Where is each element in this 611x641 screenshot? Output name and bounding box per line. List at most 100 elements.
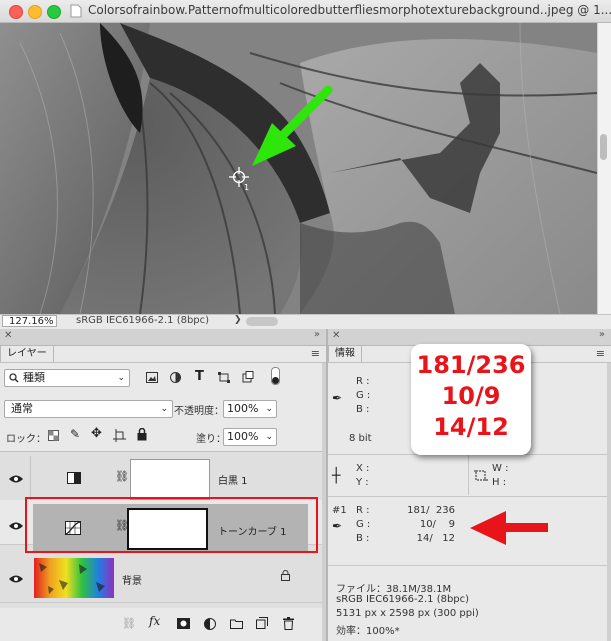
sampler-r-value: 181/ 236 xyxy=(407,505,455,516)
sampler-g-label: G : xyxy=(356,519,371,530)
sampler-number: 1 xyxy=(244,183,249,192)
blend-mode-value: 通常 xyxy=(11,402,33,415)
panel-menu-icon[interactable]: ≡ xyxy=(311,347,320,360)
layer-row-black-white[interactable]: ⛓ 白黒 1 xyxy=(0,456,326,501)
visibility-eye-icon[interactable] xyxy=(9,522,23,530)
filter-toggle-switch[interactable] xyxy=(271,367,280,385)
horizontal-scroll-thumb[interactable] xyxy=(246,317,278,326)
layer-name[interactable]: 白黒 1 xyxy=(218,472,248,487)
tab-layers[interactable]: レイヤー xyxy=(0,345,54,362)
vertical-scroll-thumb[interactable] xyxy=(600,134,607,160)
fill-label: 塗り： xyxy=(196,434,226,445)
filter-type-icon[interactable]: T xyxy=(195,369,204,384)
zoom-level-field[interactable]: 127.16% xyxy=(2,315,57,327)
layer-name[interactable]: 背景 xyxy=(122,572,142,587)
new-group-folder-icon[interactable] xyxy=(230,618,243,629)
status-bar: 127.16% sRGB IEC61966-2.1 (8bpc) ❯ xyxy=(0,314,611,329)
layer-mask-link-icon[interactable]: ⛓ xyxy=(115,470,129,483)
rainbow-butterfly-thumbnail xyxy=(34,558,114,598)
layer-row-tone-curve[interactable]: ⛓ トーンカーブ 1 xyxy=(0,497,326,553)
rgb-b-label: B : xyxy=(356,404,370,415)
layer-filter-select[interactable]: 種類 ⌄ xyxy=(4,369,130,387)
vertical-scrollbar[interactable] xyxy=(597,23,611,314)
callout-line-r: 181/236 xyxy=(416,351,526,379)
fill-field[interactable]: 100% ⌄ xyxy=(223,428,277,446)
layers-bottom-toolbar: ⛓ fx xyxy=(0,608,326,641)
opacity-field[interactable]: 100% ⌄ xyxy=(223,400,277,418)
rgb-g-label: G : xyxy=(356,390,371,401)
lock-artboard-icon[interactable] xyxy=(113,429,126,442)
filter-pixel-icon[interactable] xyxy=(146,372,158,383)
layers-panel-header: ✕ » xyxy=(0,329,326,346)
efficiency-text: 効率：100%* xyxy=(336,626,400,637)
y-label: Y : xyxy=(356,477,369,488)
trash-icon[interactable] xyxy=(283,617,294,630)
chevron-down-icon: ⌄ xyxy=(265,404,273,414)
eyedropper-icon[interactable]: ✒ xyxy=(332,391,342,405)
zoom-window-button[interactable] xyxy=(47,5,61,19)
document-canvas[interactable]: 1 xyxy=(0,23,597,314)
red-arrow-annotation xyxy=(470,511,548,545)
callout-line-g: 10/9 xyxy=(441,382,501,410)
lock-all-icon[interactable] xyxy=(137,428,147,441)
blend-mode-select[interactable]: 通常 ⌄ xyxy=(4,400,173,418)
layer-row-background[interactable]: 背景 xyxy=(0,558,326,603)
panel-collapse-icon[interactable]: » xyxy=(599,329,605,340)
chevron-down-icon: ⌄ xyxy=(265,432,273,442)
panel-close-icon[interactable]: ✕ xyxy=(332,330,340,341)
filter-adjustment-icon[interactable] xyxy=(170,372,181,383)
window-title: Colorsofrainbow.Patternofmulticoloredbut… xyxy=(88,3,611,17)
sampler-b-value: 14/ 12 xyxy=(416,533,455,544)
opacity-value: 100% xyxy=(227,402,259,415)
w-label: W : xyxy=(492,463,509,474)
chevron-down-icon: ⌄ xyxy=(117,373,125,383)
sampler-g-value: 10/ 9 xyxy=(419,519,455,530)
layers-list: ⛓ 白黒 1 ⛓ トーンカーブ 1 背景 xyxy=(0,451,326,608)
lock-image-pixels-icon[interactable]: ✎ xyxy=(70,427,80,441)
file-size-text: ファイル：38.1M/38.1M xyxy=(336,584,452,595)
red-highlight-annotation xyxy=(25,497,318,553)
minimize-window-button[interactable] xyxy=(28,5,42,19)
new-adjustment-layer-icon[interactable] xyxy=(204,618,216,630)
rgb-r-label: R : xyxy=(356,376,370,387)
document-icon xyxy=(70,4,82,18)
document-profile-text: sRGB IEC61966-2.1 (8bpc) xyxy=(76,315,210,326)
lock-position-icon[interactable]: ✥ xyxy=(91,426,102,441)
filter-smart-object-icon[interactable] xyxy=(242,371,254,383)
selection-size-icon xyxy=(474,470,488,481)
sampler-eyedropper-icon: ✒ xyxy=(332,519,343,533)
crosshair-icon: ┼ xyxy=(332,468,341,484)
h-label: H : xyxy=(492,477,507,488)
callout-line-b: 14/12 xyxy=(433,413,509,441)
black-white-adjustment-icon xyxy=(67,472,81,484)
fill-value: 100% xyxy=(227,430,259,443)
panel-close-icon[interactable]: ✕ xyxy=(4,330,12,341)
color-profile-text: sRGB IEC61966-2.1 (8bpc) xyxy=(336,594,470,605)
sampler-id: #1 xyxy=(332,505,347,516)
search-icon xyxy=(9,373,19,383)
document-size-text: 5131 px x 2598 px (300 ppi) xyxy=(336,608,479,619)
bit-depth-text: 8 bit xyxy=(349,433,372,444)
title-bar: Colorsofrainbow.Patternofmulticoloredbut… xyxy=(0,0,611,23)
visibility-eye-icon[interactable] xyxy=(9,575,23,583)
chevron-down-icon: ⌄ xyxy=(160,404,168,414)
new-layer-icon[interactable] xyxy=(256,617,268,629)
status-menu-arrow[interactable]: ❯ xyxy=(234,315,242,325)
tab-info[interactable]: 情報 xyxy=(328,345,362,362)
add-mask-icon[interactable] xyxy=(177,618,190,629)
lock-transparent-pixels-icon[interactable] xyxy=(48,430,59,441)
x-label: X : xyxy=(356,463,370,474)
rgb-value-callout: 181/236 10/9 14/12 xyxy=(411,344,531,455)
layer-mask-thumbnail[interactable] xyxy=(130,459,210,500)
lock-label: ロック： xyxy=(6,434,46,445)
layer-lock-icon xyxy=(281,570,290,581)
visibility-eye-icon[interactable] xyxy=(9,475,23,483)
link-layers-icon[interactable]: ⛓ xyxy=(122,617,136,630)
layer-style-fx-icon[interactable]: fx xyxy=(149,614,160,628)
panel-menu-icon[interactable]: ≡ xyxy=(596,347,605,360)
opacity-label: 不透明度： xyxy=(174,406,224,417)
close-window-button[interactable] xyxy=(9,5,23,19)
sampler-b-label: B : xyxy=(356,533,370,544)
panel-collapse-icon[interactable]: » xyxy=(314,329,320,340)
filter-shape-icon[interactable] xyxy=(218,372,230,383)
